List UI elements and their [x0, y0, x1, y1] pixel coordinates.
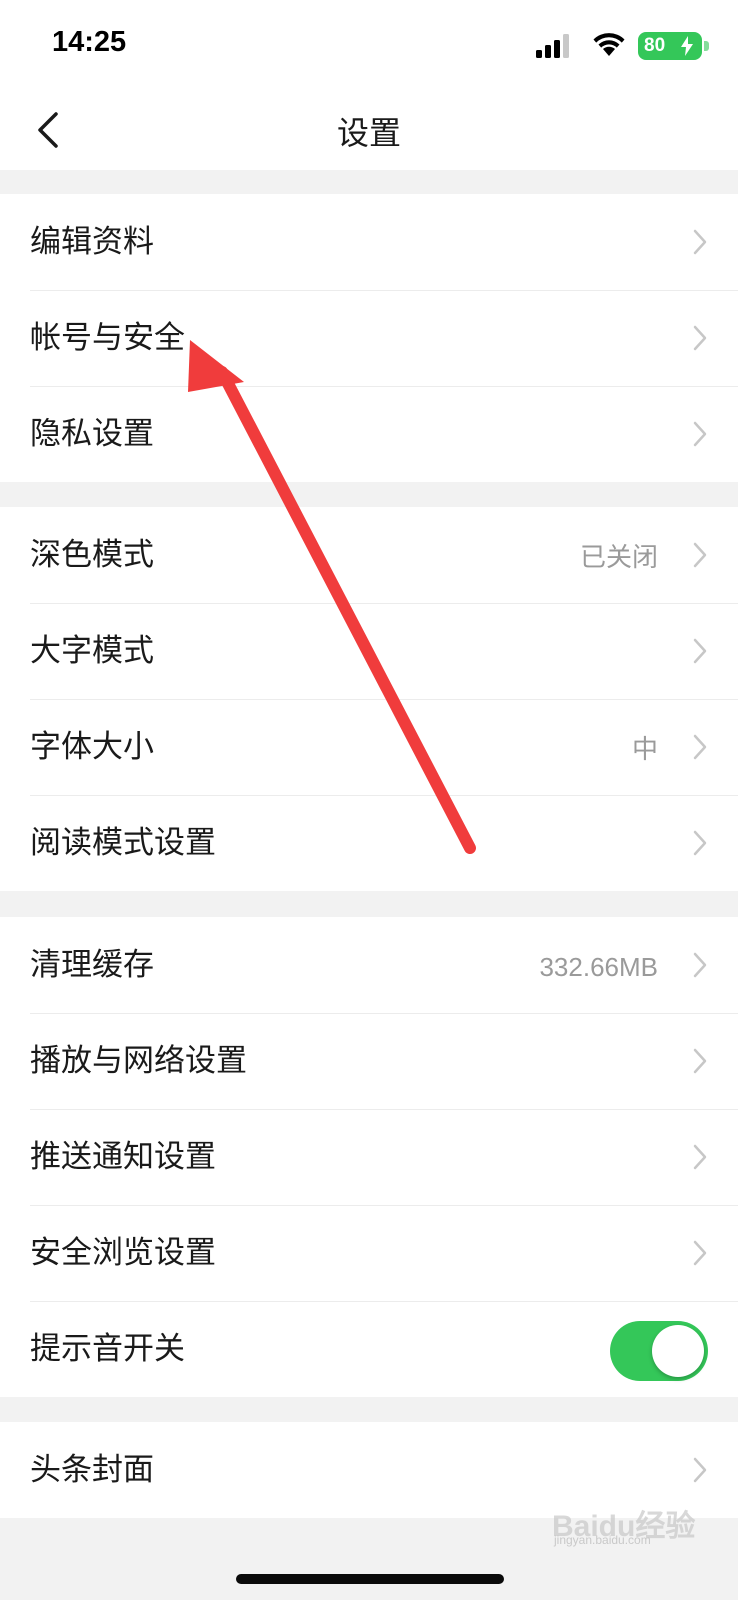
settings-item-reading-mode[interactable]: 阅读模式设置 [0, 795, 738, 891]
home-indicator[interactable] [236, 1574, 504, 1584]
settings-item-headline-cover[interactable]: 头条封面 [0, 1422, 738, 1518]
settings-item-clear-cache[interactable]: 清理缓存 332.66MB [0, 917, 738, 1013]
chevron-right-icon [693, 1144, 707, 1170]
sound-toggle-switch[interactable] [610, 1321, 708, 1381]
settings-item-edit-profile[interactable]: 编辑资料 [0, 194, 738, 290]
settings-group-display: 深色模式 已关闭 大字模式 字体大小 中 阅读模式设置 [0, 507, 738, 891]
settings-item-value: 已关闭 [579, 542, 658, 572]
chevron-right-icon [693, 952, 707, 978]
watermark-sub: jingyan.baidu.com [554, 1533, 651, 1547]
nav-bar: 设置 [0, 90, 738, 170]
settings-item-label: 播放与网络设置 [30, 1043, 247, 1079]
settings-item-label: 编辑资料 [30, 224, 154, 260]
settings-item-label: 大字模式 [30, 633, 154, 669]
settings-item-sound-toggle: 提示音开关 [0, 1301, 738, 1397]
chevron-right-icon [693, 1048, 707, 1074]
battery-tip [704, 41, 709, 51]
settings-group-cover: 头条封面 [0, 1422, 738, 1518]
settings-item-label: 阅读模式设置 [30, 825, 216, 861]
settings-group-general: 清理缓存 332.66MB 播放与网络设置 推送通知设置 安全浏览设置 提示音开… [0, 917, 738, 1397]
settings-item-safe-browsing[interactable]: 安全浏览设置 [0, 1205, 738, 1301]
settings-item-label: 安全浏览设置 [30, 1235, 216, 1271]
battery-level-text: 80 [644, 35, 666, 56]
settings-item-label: 帐号与安全 [30, 320, 185, 356]
charging-bolt-icon [681, 36, 693, 56]
settings-item-push-notifications[interactable]: 推送通知设置 [0, 1109, 738, 1205]
chevron-right-icon [693, 542, 707, 568]
settings-item-label: 推送通知设置 [30, 1139, 216, 1175]
chevron-right-icon [693, 638, 707, 664]
chevron-right-icon [693, 229, 707, 255]
status-time: 14:25 [52, 26, 127, 58]
settings-item-label: 字体大小 [30, 729, 154, 765]
signal-icon [536, 34, 569, 58]
settings-item-label: 隐私设置 [30, 416, 154, 452]
status-bar: 14:25 80 [0, 0, 738, 90]
settings-item-value: 中 [631, 734, 658, 764]
chevron-right-icon [693, 1240, 707, 1266]
settings-item-label: 清理缓存 [30, 947, 154, 983]
chevron-right-icon [693, 421, 707, 447]
settings-item-value: 332.66MB [539, 952, 658, 982]
settings-item-font-size[interactable]: 字体大小 中 [0, 699, 738, 795]
toggle-knob [652, 1325, 704, 1377]
settings-item-label: 提示音开关 [30, 1331, 185, 1367]
settings-group-profile: 编辑资料 帐号与安全 隐私设置 [0, 194, 738, 482]
settings-item-large-text-mode[interactable]: 大字模式 [0, 603, 738, 699]
settings-item-privacy[interactable]: 隐私设置 [0, 386, 738, 482]
wifi-icon [593, 33, 625, 56]
battery-icon: 80 [638, 32, 710, 60]
chevron-right-icon [693, 1457, 707, 1483]
settings-item-playback-network[interactable]: 播放与网络设置 [0, 1013, 738, 1109]
page-title: 设置 [336, 114, 401, 152]
settings-item-dark-mode[interactable]: 深色模式 已关闭 [0, 507, 738, 603]
settings-item-label: 头条封面 [30, 1452, 154, 1488]
chevron-right-icon [693, 830, 707, 856]
status-icons: 80 [510, 30, 710, 60]
chevron-right-icon [693, 734, 707, 760]
chevron-right-icon [693, 325, 707, 351]
settings-item-label: 深色模式 [30, 537, 154, 573]
settings-item-account-security[interactable]: 帐号与安全 [0, 290, 738, 386]
